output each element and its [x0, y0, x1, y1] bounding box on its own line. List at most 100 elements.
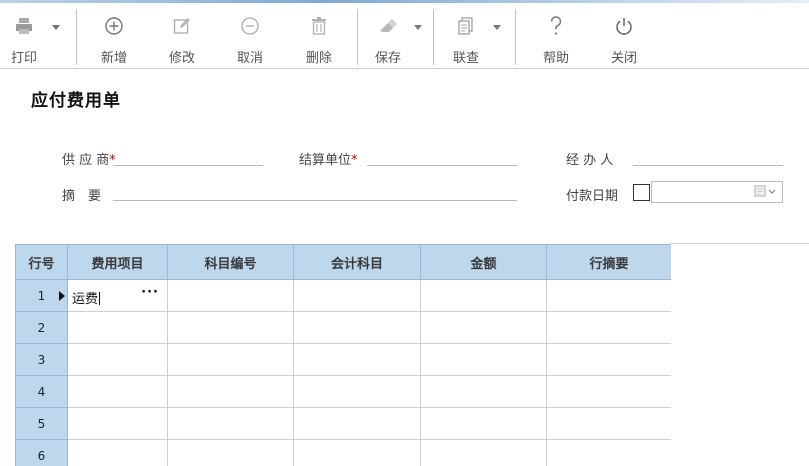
save-label: 保存 — [374, 51, 401, 66]
save-button[interactable]: 保存 — [368, 11, 408, 69]
account-code-cell[interactable] — [167, 279, 294, 312]
current-row-pointer-icon — [59, 291, 65, 301]
save-dropdown-arrow-icon[interactable] — [414, 25, 422, 30]
toolbar-separator — [515, 9, 516, 65]
delete-button[interactable]: 删除 — [299, 11, 339, 69]
line-memo-cell[interactable] — [546, 311, 671, 344]
expense-item-cell[interactable] — [67, 439, 168, 466]
expense-item-cell[interactable] — [67, 407, 168, 440]
line-memo-cell[interactable] — [546, 279, 671, 312]
amount-cell[interactable] — [420, 311, 547, 344]
header-account-code[interactable]: 科目编号 — [167, 244, 294, 280]
account-title-cell[interactable] — [293, 279, 421, 312]
line-memo-cell[interactable] — [546, 375, 671, 408]
row-number-cell[interactable]: 3 — [15, 343, 68, 376]
row-number-cell[interactable]: 5 — [15, 407, 68, 440]
calendar-icon — [754, 185, 776, 197]
edit-button[interactable]: 修改 — [162, 11, 202, 69]
trash-icon — [309, 11, 329, 41]
link-query-dropdown-arrow-icon[interactable] — [493, 25, 501, 30]
account-title-cell[interactable] — [293, 439, 421, 466]
row-number: 1 — [37, 288, 46, 303]
line-memo-cell[interactable] — [546, 439, 671, 466]
toolbar: 打印 新增 修改 取消 删除 保存 联查 帮助 关闭 — [0, 3, 809, 69]
toolbar-separator — [76, 9, 77, 65]
supplier-field[interactable] — [113, 165, 263, 166]
summary-label: 摘 要 — [62, 189, 102, 204]
account-title-cell[interactable] — [293, 407, 421, 440]
detail-grid: 行号 费用项目 科目编号 会计科目 金额 行摘要 1 运费 ··· 2 3 4 … — [15, 244, 671, 466]
expense-item-cell-editing[interactable]: 运费 ··· — [67, 279, 168, 312]
link-query-label: 联查 — [452, 51, 479, 66]
minus-circle-icon — [240, 11, 260, 41]
account-title-cell[interactable] — [293, 343, 421, 376]
pay-date-checkbox[interactable] — [633, 184, 650, 201]
amount-cell[interactable] — [420, 439, 547, 466]
account-code-cell[interactable] — [167, 439, 294, 466]
new-button[interactable]: 新增 — [94, 11, 134, 69]
header-line-memo[interactable]: 行摘要 — [546, 244, 671, 280]
amount-cell[interactable] — [420, 407, 547, 440]
lookup-ellipsis-button[interactable]: ··· — [141, 285, 159, 300]
account-code-cell[interactable] — [167, 343, 294, 376]
account-code-cell[interactable] — [167, 311, 294, 344]
delete-label: 删除 — [305, 51, 332, 66]
cancel-label: 取消 — [236, 51, 263, 66]
row-number-cell[interactable]: 1 — [15, 279, 68, 312]
line-memo-cell[interactable] — [546, 407, 671, 440]
account-title-cell[interactable] — [293, 375, 421, 408]
print-button[interactable]: 打印 — [6, 11, 42, 69]
row-number-cell[interactable]: 4 — [15, 375, 68, 408]
table-row: 4 — [15, 375, 671, 408]
table-row: 6 — [15, 439, 671, 466]
grid-header-row: 行号 费用项目 科目编号 会计科目 金额 行摘要 — [15, 244, 671, 280]
pay-date-label: 付款日期 — [566, 189, 619, 204]
account-code-cell[interactable] — [167, 407, 294, 440]
amount-cell[interactable] — [420, 343, 547, 376]
eraser-icon — [377, 11, 399, 41]
table-row: 5 — [15, 407, 671, 440]
expense-item-input[interactable]: 运费 — [72, 292, 98, 307]
link-query-button[interactable]: 联查 — [446, 11, 486, 69]
amount-cell[interactable] — [420, 279, 547, 312]
power-icon — [614, 11, 634, 41]
page-title: 应付费用单 — [31, 91, 121, 111]
header-row-number[interactable]: 行号 — [15, 244, 68, 280]
required-mark: * — [351, 153, 358, 168]
expense-item-cell[interactable] — [67, 343, 168, 376]
toolbar-separator — [357, 9, 358, 65]
help-label: 帮助 — [542, 51, 569, 66]
expense-item-cell[interactable] — [67, 311, 168, 344]
settle-unit-field[interactable] — [367, 165, 517, 166]
print-dropdown-arrow-icon[interactable] — [52, 25, 60, 30]
row-number-cell[interactable]: 2 — [15, 311, 68, 344]
header-expense-item[interactable]: 费用项目 — [67, 244, 168, 280]
toolbar-separator — [433, 9, 434, 65]
calendar-dropdown-button[interactable] — [752, 184, 780, 198]
edit-pencil-icon — [172, 11, 192, 41]
question-mark-icon — [546, 11, 566, 41]
documents-icon — [456, 11, 476, 41]
header-account-title[interactable]: 会计科目 — [293, 244, 421, 280]
help-button[interactable]: 帮助 — [536, 11, 576, 69]
pay-date-input[interactable] — [651, 181, 783, 203]
plus-circle-icon — [104, 11, 124, 41]
close-button[interactable]: 关闭 — [604, 11, 644, 69]
table-row: 1 运费 ··· — [15, 279, 671, 312]
printer-icon — [14, 11, 34, 41]
amount-cell[interactable] — [420, 375, 547, 408]
text-caret — [99, 292, 101, 305]
summary-field[interactable] — [113, 200, 517, 201]
close-label: 关闭 — [610, 51, 637, 66]
account-code-cell[interactable] — [167, 375, 294, 408]
supplier-label: 供 应 商* — [62, 153, 116, 168]
account-title-cell[interactable] — [293, 311, 421, 344]
handler-field[interactable] — [633, 165, 783, 166]
cancel-button[interactable]: 取消 — [230, 11, 270, 69]
expense-item-cell[interactable] — [67, 375, 168, 408]
header-amount[interactable]: 金额 — [420, 244, 547, 280]
row-number-cell[interactable]: 6 — [15, 439, 68, 466]
line-memo-cell[interactable] — [546, 343, 671, 376]
edit-label: 修改 — [168, 51, 195, 66]
print-label: 打印 — [10, 51, 37, 66]
